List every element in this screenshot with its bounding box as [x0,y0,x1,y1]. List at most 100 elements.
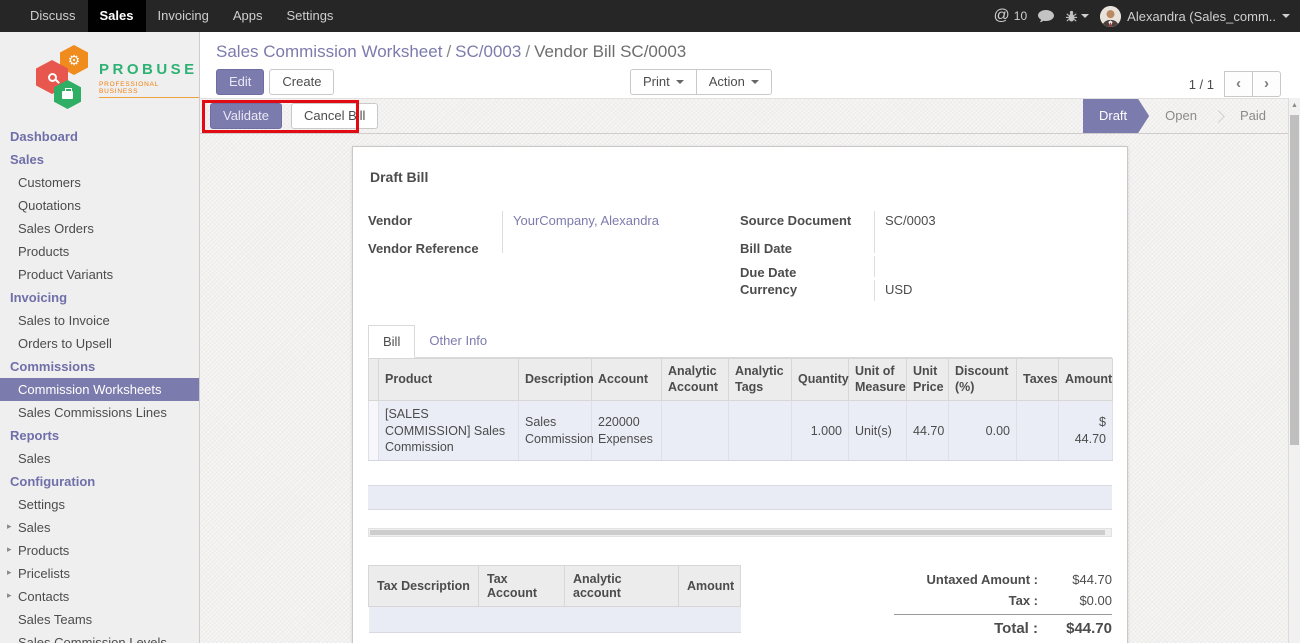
sidebar: ⚙ PROBUSE PROFESSIONAL BUSINESS Dashboar… [0,32,200,643]
sidebar-item-sales-commission-levels[interactable]: Sales Commission Levels [0,631,199,643]
totals-divider [894,614,1112,615]
status-step-open[interactable]: Open [1149,99,1213,133]
pager-previous-button[interactable]: ‹ [1224,71,1253,97]
tab-other-info[interactable]: Other Info [415,325,501,357]
vendor-reference-value[interactable] [502,232,706,253]
tab-bill[interactable]: Bill [368,325,415,358]
chat-bubble-icon[interactable] [1038,10,1054,23]
print-dropdown-button[interactable]: Print [630,69,697,95]
logo-title: PROBUSE [99,61,199,78]
bill-line-row[interactable]: [SALES COMMISSION] Sales Commission Sale… [369,401,1113,461]
sidebar-item-config-sales[interactable]: ▸Sales [0,516,199,539]
cancel-bill-button[interactable]: Cancel Bill [291,103,378,129]
menu-apps[interactable]: Apps [221,0,275,32]
sidebar-section-sales[interactable]: Sales [0,148,199,171]
row-handle[interactable] [369,401,379,461]
cell-analytic-tags [729,401,792,461]
caret-down-icon [1282,14,1290,18]
action-dropdown-button[interactable]: Action [696,69,772,95]
sidebar-item-quotations[interactable]: Quotations [0,194,199,217]
sidebar-item-commission-worksheets[interactable]: Commission Worksheets [0,378,199,401]
breadcrumb-sc0003[interactable]: SC/0003 [455,42,521,61]
bill-date-value[interactable] [874,232,1112,253]
sidebar-item-settings[interactable]: Settings [0,493,199,516]
sidebar-section-commissions[interactable]: Commissions [0,355,199,378]
col-account: Account [592,359,662,401]
sidebar-item-customers[interactable]: Customers [0,171,199,194]
menu-settings[interactable]: Settings [274,0,345,32]
horizontal-scrollbar-thumb[interactable] [370,530,1105,535]
menu-sales[interactable]: Sales [88,0,146,32]
scroll-up-button[interactable]: ▲ [1289,98,1300,113]
breadcrumb-worksheets[interactable]: Sales Commission Worksheet [216,42,442,61]
status-steps: Draft Open Paid [1083,99,1282,133]
validate-button[interactable]: Validate [210,103,282,129]
breadcrumb-separator: / [521,42,534,61]
tax-total-value: $0.00 [1048,593,1112,608]
mentions-counter[interactable]: @ 10 [994,7,1028,25]
edit-button[interactable]: Edit [216,69,264,95]
sidebar-item-sales-teams[interactable]: Sales Teams [0,608,199,631]
logo-hexagons-icon: ⚙ [36,45,92,109]
sidebar-item-products[interactable]: Products [0,240,199,263]
sidebar-section-configuration[interactable]: Configuration [0,470,199,493]
col-tax-amount: Amount [679,566,741,607]
expand-arrow-icon: ▸ [7,544,12,555]
sidebar-menu: Dashboard Sales Customers Quotations Sal… [0,125,199,643]
source-document-label: Source Document [740,211,874,228]
total-value: $44.70 [1048,620,1112,637]
empty-bill-line[interactable] [368,485,1112,510]
sidebar-section-invoicing[interactable]: Invoicing [0,286,199,309]
vertical-scrollbar-thumb[interactable] [1290,115,1299,445]
source-document-value: SC/0003 [874,211,1112,232]
vendor-label: Vendor [368,211,502,228]
due-date-label: Due Date [740,263,874,280]
debug-menu[interactable] [1065,10,1089,23]
col-amount: Amount [1059,359,1113,401]
menu-invoicing[interactable]: Invoicing [146,0,221,32]
cell-unit-of-measure: Unit(s) [849,401,907,461]
user-menu[interactable]: Alexandra (Sales_comm.. [1100,6,1290,27]
logo-subtitle: PROFESSIONAL BUSINESS [99,81,199,98]
col-unit-price: Unit Price [907,359,949,401]
untaxed-amount-value: $44.70 [1048,572,1112,587]
vertical-scrollbar[interactable]: ▲ [1288,98,1300,643]
cell-amount: $ 44.70 [1059,401,1113,461]
create-button[interactable]: Create [269,69,334,95]
col-quantity: Quantity [792,359,849,401]
col-taxes: Taxes [1017,359,1059,401]
mention-count: 10 [1014,9,1027,23]
cell-discount: 0.00 [949,401,1017,461]
at-icon: @ [994,7,1010,25]
expand-arrow-icon: ▸ [7,590,12,601]
expand-arrow-icon: ▸ [7,521,12,532]
sidebar-item-config-products[interactable]: ▸Products [0,539,199,562]
currency-value: USD [874,280,1112,301]
row-handle-header [369,359,379,401]
sidebar-item-product-variants[interactable]: Product Variants [0,263,199,286]
status-step-paid[interactable]: Paid [1224,99,1282,133]
status-step-draft[interactable]: Draft [1083,99,1149,133]
pager-next-button[interactable]: › [1252,71,1281,97]
sidebar-item-sales-to-invoice[interactable]: Sales to Invoice [0,309,199,332]
due-date-value[interactable] [874,256,1112,277]
sidebar-section-reports[interactable]: Reports [0,424,199,447]
caret-down-icon [751,80,759,84]
bill-date-label: Bill Date [740,239,874,256]
vendor-value[interactable]: YourCompany, Alexandra [502,211,706,232]
sidebar-item-config-pricelists[interactable]: ▸Pricelists [0,562,199,585]
sidebar-item-orders-to-upsell[interactable]: Orders to Upsell [0,332,199,355]
caret-down-icon [1081,14,1089,18]
statusbar: Validate Cancel Bill Draft Open Paid [200,98,1288,134]
menu-discuss[interactable]: Discuss [18,0,88,32]
sidebar-item-sales-orders[interactable]: Sales Orders [0,217,199,240]
bill-lines-table: Product Description Account Analytic Acc… [368,358,1113,461]
horizontal-scrollbar[interactable] [368,528,1112,537]
total-label: Total : [894,620,1038,637]
sidebar-item-config-contacts[interactable]: ▸Contacts [0,585,199,608]
bug-icon [1065,10,1078,23]
sidebar-item-reports-sales[interactable]: Sales [0,447,199,470]
sidebar-item-dashboard[interactable]: Dashboard [0,125,199,148]
sidebar-item-sales-commissions-lines[interactable]: Sales Commissions Lines [0,401,199,424]
cell-unit-price: 44.70 [907,401,949,461]
